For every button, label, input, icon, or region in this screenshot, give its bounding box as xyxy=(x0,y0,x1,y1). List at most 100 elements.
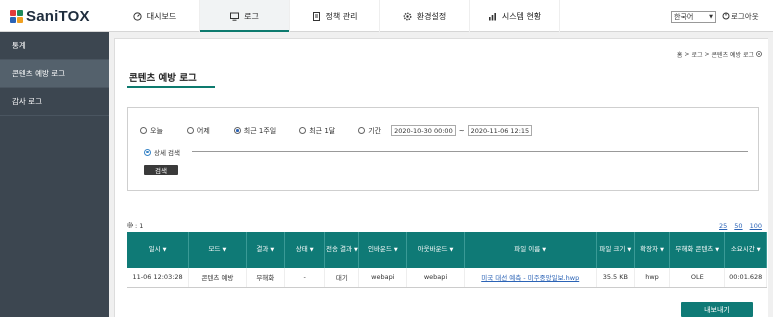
sidebar-item-label: 통계 xyxy=(12,41,26,50)
radio-yesterday[interactable]: 어제 xyxy=(186,126,210,136)
cell-mode: 콘텐츠 예방 xyxy=(188,268,247,288)
nav-dashboard[interactable]: 대시보드 xyxy=(110,0,200,32)
page-size-25[interactable]: 25 xyxy=(719,222,727,230)
page-size-50[interactable]: 50 xyxy=(734,222,742,230)
log-table: 일시 ▼ 모드 ▼ 결과 ▼ 상태 ▼ 전송 결과 ▼ 인바운드 ▼ 아웃바운드 ▼ 파일 이… xyxy=(127,232,767,288)
sidebar-item-audit-log[interactable]: 감사 로그 xyxy=(0,88,109,116)
result-count-label: : 1 xyxy=(135,222,144,230)
breadcrumb-separator: > xyxy=(684,51,690,58)
page-size-100[interactable]: 100 xyxy=(750,222,762,230)
date-range-separator: ~ xyxy=(458,126,465,135)
breadcrumb-log[interactable]: 로그 xyxy=(691,50,702,59)
radio-label: 최근 1주일 xyxy=(243,126,277,135)
sidebar-item-label: 콘텐츠 예방 로그 xyxy=(12,69,66,78)
date-to-input[interactable]: 2020-11-06 12:15 xyxy=(467,125,533,136)
logout-button[interactable]: 로그아웃 xyxy=(722,11,759,22)
radio-circle xyxy=(299,127,307,134)
column-header[interactable]: 파일 이름 ▼ xyxy=(464,232,597,268)
document-icon xyxy=(312,11,321,21)
dashboard-icon xyxy=(133,11,142,21)
cell-inbound: webapi xyxy=(358,268,408,288)
sort-icon: ▼ xyxy=(756,247,761,253)
nav-log-label: 로그 xyxy=(244,11,259,21)
nav-policy-label: 정책 관리 xyxy=(325,11,358,21)
period-radio-group: 오늘 어제 최근 1주일 최근 1달 기간 2020-10-30 00:00 ~… xyxy=(140,125,533,136)
column-header[interactable]: 전송 결과 ▼ xyxy=(324,232,360,268)
radio-circle xyxy=(186,127,194,134)
sort-icon: ▼ xyxy=(627,247,632,253)
gear-icon xyxy=(403,12,412,21)
search-button[interactable]: 검색 xyxy=(144,165,178,175)
column-header[interactable]: 소요시간 ▼ xyxy=(724,232,767,268)
bar-chart-icon xyxy=(488,12,497,21)
cell-transfer-result: 대기 xyxy=(324,268,360,288)
filename-link[interactable]: 미국 대선 예측 - 미주중앙일보.hwp xyxy=(481,274,579,282)
search-filter-box: 오늘 어제 최근 1주일 최근 1달 기간 2020-10-30 00:00 ~… xyxy=(127,107,759,191)
language-select[interactable]: 한국어 ▼ xyxy=(671,11,716,23)
top-bar: SaniTOX 대시보드 로그 정책 관리 환경설정 시스템 현황 한국어 ▼ … xyxy=(0,0,773,33)
radio-period[interactable]: 기간 xyxy=(358,126,381,136)
column-header[interactable]: 확장자 ▼ xyxy=(634,232,671,268)
chevron-down-icon: ▼ xyxy=(709,14,713,20)
main-nav: 대시보드 로그 정책 관리 환경설정 시스템 현황 xyxy=(110,0,560,33)
gear-icon[interactable] xyxy=(127,222,133,230)
page-size-options: 25 50 100 xyxy=(719,222,762,230)
detail-divider xyxy=(192,151,748,152)
sidebar-item-content-prevention-log[interactable]: 콘텐츠 예방 로그 xyxy=(0,60,109,88)
result-count: : 1 xyxy=(127,222,143,230)
breadcrumb-separator: > xyxy=(704,51,710,58)
cell-result: 무해화 xyxy=(246,268,285,288)
content-panel: 홈 > 로그 > 콘텐츠 예방 로그 콘텐츠 예방 로그 오늘 어제 최근 1주… xyxy=(114,38,768,317)
nav-policy[interactable]: 정책 관리 xyxy=(290,0,380,32)
radio-last-week[interactable]: 최근 1주일 xyxy=(233,126,277,136)
column-header[interactable]: 인바운드 ▼ xyxy=(358,232,408,268)
nav-system-label: 시스템 현황 xyxy=(501,11,542,21)
column-header[interactable]: 아웃바운드 ▼ xyxy=(406,232,465,268)
sort-icon: ▼ xyxy=(270,247,275,253)
sidebar-item-statistics[interactable]: 통계 xyxy=(0,32,109,60)
title-underline xyxy=(127,86,215,88)
nav-settings[interactable]: 환경설정 xyxy=(380,0,470,32)
detail-search-toggle[interactable]: 상세 검색 xyxy=(144,147,180,157)
column-header[interactable]: 상태 ▼ xyxy=(284,232,326,268)
table-row[interactable]: 11-06 12:03:28 콘텐츠 예방 무해화 - 대기 webapi we… xyxy=(127,268,767,288)
cell-filename-link[interactable]: 미국 대선 예측 - 미주중앙일보.hwp xyxy=(464,268,597,288)
monitor-icon xyxy=(230,12,240,21)
radio-circle xyxy=(358,127,366,134)
radio-label: 오늘 xyxy=(150,126,163,135)
date-from-input[interactable]: 2020-10-30 00:00 xyxy=(391,125,456,136)
export-button[interactable]: 내보내기 xyxy=(681,302,753,317)
sort-icon: ▼ xyxy=(715,247,720,253)
column-header[interactable]: 파일 크기 ▼ xyxy=(596,232,635,268)
sort-icon: ▼ xyxy=(162,247,167,253)
radio-label: 어제 xyxy=(196,126,210,135)
cell-status: - xyxy=(284,268,326,288)
help-icon[interactable] xyxy=(756,50,762,59)
breadcrumb-home[interactable]: 홈 xyxy=(677,50,683,59)
logout-label: 로그아웃 xyxy=(731,12,759,21)
sort-icon: ▼ xyxy=(449,247,454,253)
column-header[interactable]: 무해화 콘텐츠 ▼ xyxy=(669,232,726,268)
cell-extension: hwp xyxy=(634,268,671,288)
column-header[interactable]: 모드 ▼ xyxy=(188,232,247,268)
column-header[interactable]: 결과 ▼ xyxy=(246,232,285,268)
radio-last-month[interactable]: 최근 1달 xyxy=(299,126,335,136)
radio-label: 최근 1달 xyxy=(309,126,336,135)
nav-dashboard-label: 대시보드 xyxy=(146,11,177,21)
radio-label: 기간 xyxy=(368,126,382,135)
radio-today[interactable]: 오늘 xyxy=(140,126,163,136)
page-title: 콘텐츠 예방 로그 xyxy=(129,73,197,84)
nav-log[interactable]: 로그 xyxy=(200,0,290,33)
language-value: 한국어 xyxy=(674,13,694,21)
nav-system[interactable]: 시스템 현황 xyxy=(470,0,560,32)
logout-icon xyxy=(722,12,730,22)
table-header-row: 일시 ▼ 모드 ▼ 결과 ▼ 상태 ▼ 전송 결과 ▼ 인바운드 ▼ 아웃바운드 ▼ 파일 이… xyxy=(127,232,767,268)
radio-circle-selected xyxy=(233,127,241,134)
sort-icon: ▼ xyxy=(542,247,547,253)
column-header[interactable]: 일시 ▼ xyxy=(127,232,190,268)
sidebar-item-label: 감사 로그 xyxy=(12,97,42,106)
logo[interactable]: SaniTOX xyxy=(0,0,110,32)
breadcrumb-current: 콘텐츠 예방 로그 xyxy=(711,52,754,59)
main-area: 홈 > 로그 > 콘텐츠 예방 로그 콘텐츠 예방 로그 오늘 어제 최근 1주… xyxy=(109,32,773,317)
sidebar: 통계 콘텐츠 예방 로그 감사 로그 xyxy=(0,32,109,317)
